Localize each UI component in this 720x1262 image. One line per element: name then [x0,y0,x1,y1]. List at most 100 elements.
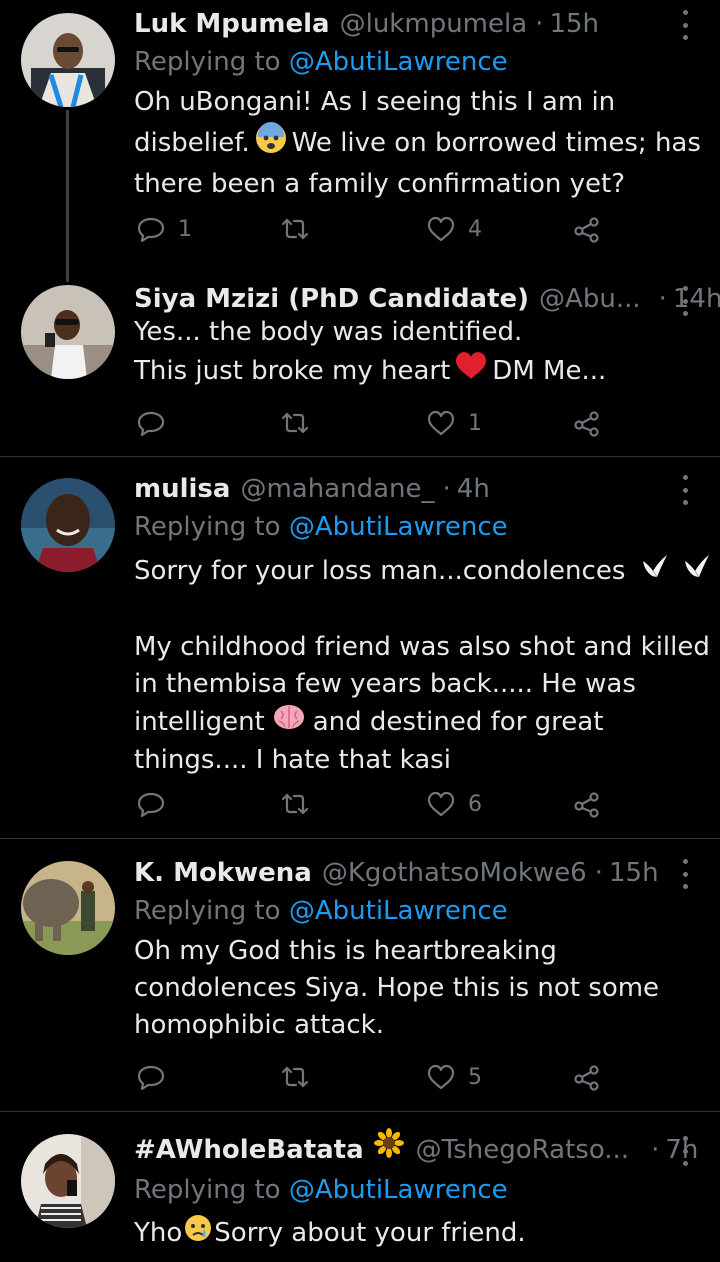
dove-emoji [681,551,711,592]
replying-to: Replying to @AbutiLawrence [134,44,508,80]
action-bar: 6 [134,784,614,824]
text-line: homophibic attack. [134,1010,384,1040]
action-bar: 1 4 [134,209,614,249]
share-button[interactable] [572,209,602,249]
replying-to-handle[interactable]: @AbutiLawrence [289,896,508,926]
more-icon[interactable] [676,1136,694,1166]
reply-button[interactable] [136,1057,178,1097]
display-name[interactable]: K. Mokwena [134,851,312,895]
share-button[interactable] [572,784,602,824]
like-icon [427,216,455,242]
reply-button[interactable] [136,784,178,824]
like-count: 4 [468,216,482,242]
reply-icon [137,792,165,818]
share-icon [574,217,599,243]
avatar[interactable] [21,1134,115,1228]
text-line: Yes... the body was identified. [134,317,523,347]
user-handle[interactable]: @KgothatsoMokwe6 [322,851,587,895]
sunflower-emoji [373,1128,404,1172]
retweet-button[interactable] [280,1057,310,1097]
brain-emoji [273,703,305,742]
avatar[interactable] [21,478,115,572]
tweet[interactable]: K. Mokwena @KgothatsoMokwe6 · 15h Replyi… [0,839,720,1111]
text-line: This just broke my heart DM Me... [134,351,704,392]
timestamp[interactable]: 15h [609,851,659,895]
like-count: 1 [468,410,482,436]
share-button[interactable] [572,403,602,443]
share-icon [574,411,599,437]
separator: · [651,1135,660,1165]
avatar[interactable] [21,285,115,379]
retweet-icon [281,218,309,240]
avatar[interactable] [21,861,115,955]
retweet-button[interactable] [280,784,310,824]
share-icon [574,1065,599,1091]
tweet-text: Oh uBongani! As I seeing this I am in di… [134,84,704,203]
like-icon [427,410,455,436]
display-name[interactable]: #AWholeBatata [134,1128,364,1172]
more-icon[interactable] [676,286,694,316]
retweet-button[interactable] [280,403,310,443]
tweet[interactable]: mulisa @mahandane_ · 4h Replying to @Abu… [0,457,720,837]
tweet-text: Oh my God this is heartbreaking condolen… [134,933,704,1044]
action-bar: 5 [134,1057,614,1097]
replying-to-label: Replying to [134,1175,281,1205]
more-icon[interactable] [676,10,694,40]
display-name[interactable]: mulisa [134,467,230,511]
text-line: condolences Siya. Hope this is not some [134,973,660,1003]
like-button[interactable]: 4 [426,209,482,249]
reply-icon [137,1065,165,1091]
red-heart-emoji [454,351,488,392]
reply-icon [137,411,165,437]
retweet-button[interactable] [280,209,310,249]
retweet-icon [281,1066,309,1088]
replying-to: Replying to @AbutiLawrence [134,1172,508,1208]
timestamp[interactable]: 15h [549,2,599,46]
crying-face-emoji [183,1213,213,1254]
replying-to: Replying to @AbutiLawrence [134,509,508,545]
avatar[interactable] [21,13,115,107]
user-handle[interactable]: @mahandane_ [240,467,434,511]
text-line: Oh uBongani! As I seeing this I am in [134,87,616,117]
like-count: 6 [468,791,482,817]
tweet[interactable]: Luk Mpumela @lukmpumela · 15h Replying t… [0,0,720,280]
text-line: disbelief. We live on borrowed times; has [134,121,704,166]
tweet-header: #AWholeBatata @TshegoRatso... · 7h [134,1128,698,1172]
user-handle[interactable]: @TshegoRatso... [416,1128,629,1172]
reply-icon [137,217,165,243]
replying-to-handle[interactable]: @AbutiLawrence [289,47,508,77]
like-button[interactable]: 5 [426,1057,482,1097]
retweet-icon [281,412,309,434]
replying-to-handle[interactable]: @AbutiLawrence [289,512,508,542]
reply-button[interactable] [136,403,178,443]
like-button[interactable]: 1 [426,403,482,443]
share-icon [574,792,599,818]
more-icon[interactable] [676,859,694,889]
text-line: Sorry for your loss man...condolences [134,551,710,592]
text-line: Oh my God this is heartbreaking [134,936,557,966]
like-icon [427,1064,455,1090]
display-name[interactable]: Luk Mpumela [134,2,330,46]
tweet-text: Sorry for your loss man...condolences My… [134,551,710,779]
share-button[interactable] [572,1057,602,1097]
text-line: there been a family confirmation yet? [134,169,625,199]
reply-button[interactable]: 1 [136,209,192,249]
tweet-text: Yes... the body was identified. This jus… [134,314,704,392]
text-line: Yho Sorry about your friend. [134,1213,704,1254]
replying-to-handle[interactable]: @AbutiLawrence [289,1175,508,1205]
like-icon [427,791,455,817]
like-count: 5 [468,1064,482,1090]
tweet[interactable]: #AWholeBatata @TshegoRatso... · 7h Reply… [0,1112,720,1262]
more-icon[interactable] [676,475,694,505]
timestamp[interactable]: 4h [457,467,490,511]
like-button[interactable]: 6 [426,784,482,824]
user-handle[interactable]: @lukmpumela [340,2,528,46]
tweet[interactable]: Siya Mzizi (PhD Candidate) @Abu... · 14h… [0,280,720,456]
tweet-header: mulisa @mahandane_ · 4h [134,467,490,511]
replying-to-label: Replying to [134,512,281,542]
separator: · [535,9,544,39]
replying-to-label: Replying to [134,47,281,77]
separator: · [594,858,603,888]
replying-to-label: Replying to [134,896,281,926]
